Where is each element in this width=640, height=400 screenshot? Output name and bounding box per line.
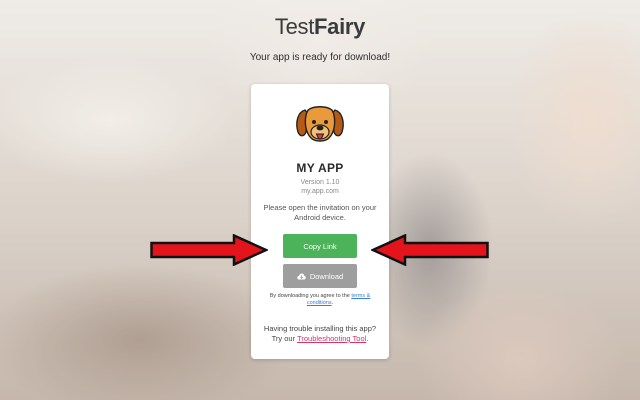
right-arrow-icon xyxy=(150,234,268,266)
instructions-text: Please open the invitation on your Andro… xyxy=(263,203,377,222)
copy-link-label: Copy Link xyxy=(303,241,337,251)
trouble-prefix: Try our xyxy=(271,334,298,343)
left-arrow-icon xyxy=(371,234,489,266)
app-name: MY APP xyxy=(296,161,344,175)
dog-face-icon xyxy=(296,106,344,142)
download-label: Download xyxy=(309,271,344,281)
brand-logo-part2: Fairy xyxy=(314,14,366,39)
terms-notice: By downloading you agree to the terms & … xyxy=(261,293,379,307)
app-version: Version 1.10 xyxy=(300,179,340,186)
app-domain: my.app.com xyxy=(301,188,339,195)
page-tagline: Your app is ready for download! xyxy=(249,52,391,63)
terms-prefix: By downloading you agree to the xyxy=(269,293,352,299)
copy-link-button[interactable]: Copy Link xyxy=(283,234,357,258)
terms-suffix: . xyxy=(331,300,334,306)
troubleshooting-notice: Having trouble installing this app? Try … xyxy=(255,324,385,344)
trouble-suffix: . xyxy=(366,334,369,343)
download-button[interactable]: Download xyxy=(283,264,357,288)
troubleshooting-tool-link[interactable]: Troubleshooting Tool xyxy=(297,334,366,343)
brand-logo-part1: Test xyxy=(274,14,315,39)
trouble-line1: Having trouble installing this app? xyxy=(263,324,377,333)
trouble-line2: Try our Troubleshooting Tool. xyxy=(255,334,385,344)
brand-logo: TestFairy xyxy=(0,14,640,40)
cloud-download-icon xyxy=(297,273,306,279)
download-card: MY APP Version 1.10 my.app.com Please op… xyxy=(251,84,389,359)
